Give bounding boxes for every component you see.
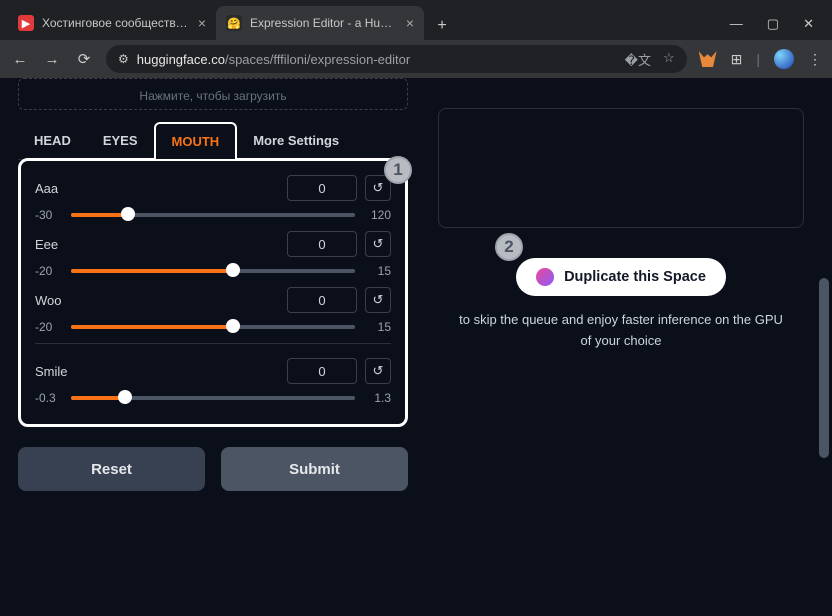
slider-group-woo: Woo ↺ -20 15 [35,287,391,335]
slider-max: 120 [365,208,391,222]
slider-value-input[interactable] [287,175,357,201]
tab-mouth[interactable]: MOUTH [154,122,238,159]
slider-label: Eee [35,237,58,252]
window-minimize-icon[interactable]: — [730,16,743,32]
duplicate-subtext: to skip the queue and enjoy faster infer… [438,310,804,352]
duplicate-icon [536,268,554,286]
slider-min: -20 [35,264,61,278]
site-settings-icon[interactable]: ⚙ [118,52,129,66]
slider-label: Woo [35,293,62,308]
menu-icon[interactable]: ⋮ [808,51,822,68]
duplicate-space-button[interactable]: Duplicate this Space [516,258,726,296]
slider-min: -20 [35,320,61,334]
tab-favicon: ▶ [18,15,34,31]
window-maximize-icon[interactable]: ▢ [767,16,779,32]
output-preview [438,108,804,228]
tab-title: Хостинговое сообщество «Tin [42,16,190,30]
translate-icon[interactable]: �文 [625,50,651,69]
browser-tab-2[interactable]: 🤗 Expression Editor - a Hugging F × [216,6,424,40]
slider-reset-button[interactable]: ↺ [365,287,391,313]
profile-avatar[interactable] [774,49,794,69]
reload-icon[interactable]: ⟳ [74,50,94,68]
tab-head[interactable]: HEAD [18,122,87,159]
slider-max: 1.3 [365,391,391,405]
slider-aaa[interactable] [71,207,355,223]
url-domain: huggingface.co [137,52,225,67]
forward-icon[interactable]: → [42,51,62,68]
close-tab-icon[interactable]: × [198,15,206,31]
tab-favicon: 🤗 [226,15,242,31]
slider-min: -30 [35,208,61,222]
slider-label: Aaa [35,181,58,196]
new-tab-button[interactable]: + [428,12,456,40]
slider-group-eee: Eee ↺ -20 15 [35,231,391,279]
slider-max: 15 [365,320,391,334]
annotation-badge-1: 1 [384,156,412,184]
slider-label: Smile [35,364,68,379]
settings-tabs: HEAD EYES MOUTH More Settings [18,122,408,160]
slider-smile[interactable] [71,390,355,406]
bookmark-icon[interactable]: ☆ [663,50,675,69]
slider-max: 15 [365,264,391,278]
extensions-icon[interactable]: ⊞ [731,51,743,68]
slider-value-input[interactable] [287,231,357,257]
close-tab-icon[interactable]: × [406,15,414,31]
submit-button[interactable]: Submit [221,447,408,491]
reset-button[interactable]: Reset [18,447,205,491]
address-bar[interactable]: ⚙ huggingface.co/spaces/fffiloni/express… [106,45,687,73]
slider-eee[interactable] [71,263,355,279]
slider-reset-button[interactable]: ↺ [365,231,391,257]
slider-value-input[interactable] [287,287,357,313]
tab-eyes[interactable]: EYES [87,122,154,159]
page-scrollbar[interactable] [819,278,829,458]
tab-title: Expression Editor - a Hugging F [250,16,398,30]
back-icon[interactable]: ← [10,51,30,68]
slider-woo[interactable] [71,319,355,335]
annotation-badge-2: 2 [495,233,523,261]
mouth-panel: Aaa ↺ -30 120 Eee ↺ [18,158,408,427]
window-titlebar: ▶ Хостинговое сообщество «Tin × 🤗 Expres… [0,0,832,40]
slider-value-input[interactable] [287,358,357,384]
upload-area[interactable]: Нажмите, чтобы загрузить [18,78,408,110]
page-content: Нажмите, чтобы загрузить HEAD EYES MOUTH… [0,78,832,616]
browser-toolbar: ← → ⟳ ⚙ huggingface.co/spaces/fffiloni/e… [0,40,832,78]
slider-group-aaa: Aaa ↺ -30 120 [35,175,391,223]
window-close-icon[interactable]: ✕ [803,16,814,32]
browser-tab-1[interactable]: ▶ Хостинговое сообщество «Tin × [8,6,216,40]
extension-metamask-icon[interactable] [699,51,717,67]
slider-group-smile: Smile ↺ -0.3 1.3 [35,343,391,406]
slider-min: -0.3 [35,391,61,405]
slider-reset-button[interactable]: ↺ [365,358,391,384]
tab-more-settings[interactable]: More Settings [237,122,355,159]
url-path: /spaces/fffiloni/expression-editor [225,52,410,67]
